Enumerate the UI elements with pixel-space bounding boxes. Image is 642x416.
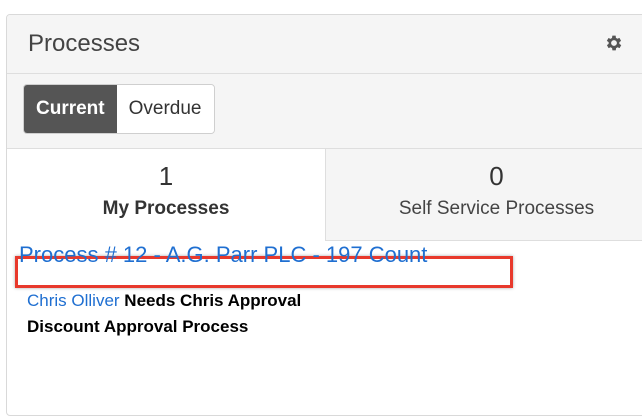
assigned-user-link[interactable]: Chris Olliver <box>27 291 120 310</box>
gear-icon[interactable] <box>604 33 624 53</box>
process-tabs: 1 My Processes 0 Self Service Processes <box>7 149 642 241</box>
process-definition: Discount Approval Process <box>27 317 249 336</box>
tab-self-service-processes[interactable]: 0 Self Service Processes <box>326 149 642 241</box>
self-service-label: Self Service Processes <box>398 198 595 219</box>
process-status: Needs Chris Approval <box>124 291 302 310</box>
dashlet-title: Processes <box>28 30 141 57</box>
dashlet-header: Processes <box>7 15 642 74</box>
filter-button-group: Current Overdue <box>23 84 215 134</box>
current-filter-button[interactable]: Current <box>24 85 117 133</box>
my-processes-label: My Processes <box>102 198 230 219</box>
process-meta: Chris Olliver Needs Chris Approval <box>27 291 301 311</box>
my-processes-count: 1 <box>158 161 174 191</box>
overdue-filter-button[interactable]: Overdue <box>116 85 214 133</box>
processes-dashlet: Processes Current Overdue 1 My Processes… <box>6 14 642 416</box>
self-service-count: 0 <box>489 161 504 191</box>
process-title-link[interactable]: Process # 12 - A.G. Parr PLC - 197 Count <box>19 242 427 268</box>
process-list: Process # 12 - A.G. Parr PLC - 197 Count… <box>7 241 642 401</box>
filter-toolbar: Current Overdue <box>7 74 642 149</box>
tab-my-processes[interactable]: 1 My Processes <box>7 149 327 241</box>
